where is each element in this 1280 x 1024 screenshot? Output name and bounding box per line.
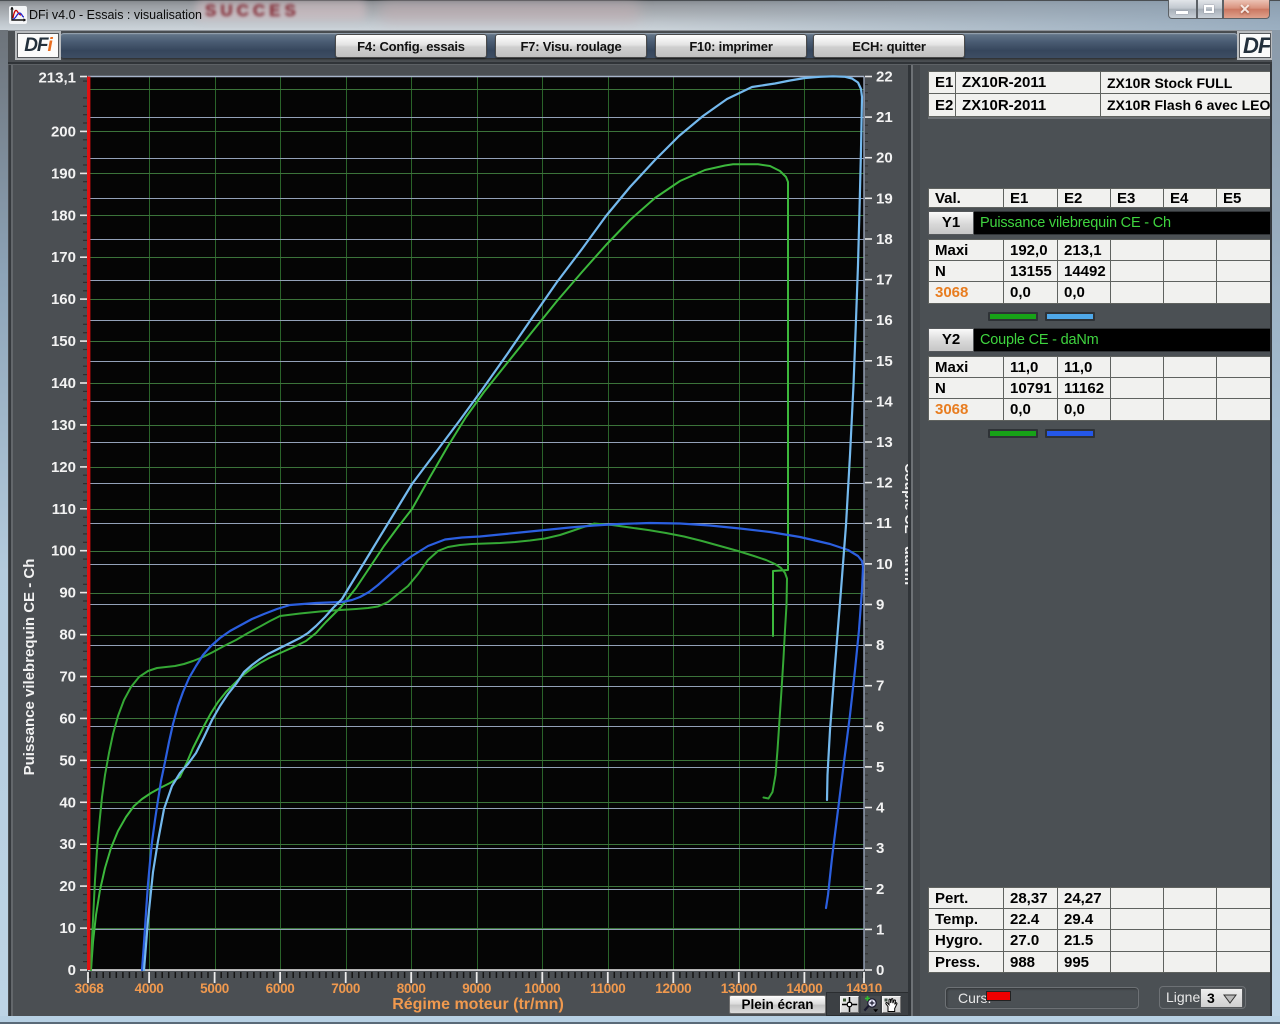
svg-text:4: 4 [876, 800, 885, 817]
svg-text:13000: 13000 [721, 981, 757, 996]
svg-text:13: 13 [876, 434, 893, 451]
svg-text:15: 15 [876, 353, 893, 370]
svg-text:4000: 4000 [135, 981, 164, 996]
svg-text:17: 17 [876, 272, 893, 289]
svg-text:50: 50 [59, 752, 76, 769]
svg-text:10: 10 [59, 920, 76, 937]
svg-text:100: 100 [51, 543, 76, 560]
svg-text:12000: 12000 [655, 981, 691, 996]
svg-text:200: 200 [51, 123, 76, 140]
svg-text:9: 9 [876, 597, 884, 614]
svg-text:70: 70 [59, 669, 76, 686]
svg-text:213,1: 213,1 [38, 70, 76, 87]
svg-text:21: 21 [876, 109, 893, 126]
svg-text:0: 0 [876, 962, 884, 979]
svg-text:5000: 5000 [200, 981, 229, 996]
svg-text:12: 12 [876, 475, 893, 492]
svg-text:20: 20 [876, 150, 893, 167]
svg-text:80: 80 [59, 627, 76, 644]
svg-text:150: 150 [51, 333, 76, 350]
svg-text:6000: 6000 [266, 981, 295, 996]
svg-text:30: 30 [59, 836, 76, 853]
svg-text:Régime moteur (tr/mn): Régime moteur (tr/mn) [392, 996, 564, 1013]
svg-text:Puissance vilebrequin CE - Ch: Puissance vilebrequin CE - Ch [21, 559, 38, 776]
svg-text:5: 5 [876, 759, 884, 776]
svg-text:160: 160 [51, 291, 76, 308]
svg-text:9000: 9000 [462, 981, 491, 996]
svg-text:14000: 14000 [786, 981, 822, 996]
svg-text:3068: 3068 [75, 981, 105, 996]
svg-text:190: 190 [51, 165, 76, 182]
svg-text:6: 6 [876, 718, 884, 735]
svg-text:22: 22 [876, 69, 893, 86]
svg-text:7000: 7000 [331, 981, 360, 996]
svg-text:14: 14 [876, 393, 893, 410]
svg-text:90: 90 [59, 585, 76, 602]
svg-text:16: 16 [876, 312, 893, 329]
svg-text:170: 170 [51, 249, 76, 266]
svg-text:11000: 11000 [590, 981, 625, 996]
svg-text:8000: 8000 [397, 981, 426, 996]
svg-text:130: 130 [51, 417, 76, 434]
svg-text:19: 19 [876, 190, 893, 207]
svg-text:7: 7 [876, 678, 884, 695]
svg-text:2: 2 [876, 881, 884, 898]
svg-text:11: 11 [876, 515, 892, 532]
svg-text:1: 1 [876, 921, 884, 938]
svg-text:8: 8 [876, 637, 884, 654]
svg-text:0: 0 [68, 962, 76, 979]
svg-text:140: 140 [51, 375, 76, 392]
svg-text:20: 20 [59, 878, 76, 895]
svg-text:120: 120 [51, 459, 76, 476]
svg-text:3: 3 [876, 840, 884, 857]
svg-text:40: 40 [59, 794, 76, 811]
svg-text:60: 60 [59, 710, 76, 727]
svg-text:10: 10 [876, 556, 893, 573]
svg-text:10000: 10000 [524, 981, 560, 996]
svg-text:180: 180 [51, 207, 76, 224]
svg-text:18: 18 [876, 231, 893, 248]
svg-text:110: 110 [52, 501, 76, 518]
